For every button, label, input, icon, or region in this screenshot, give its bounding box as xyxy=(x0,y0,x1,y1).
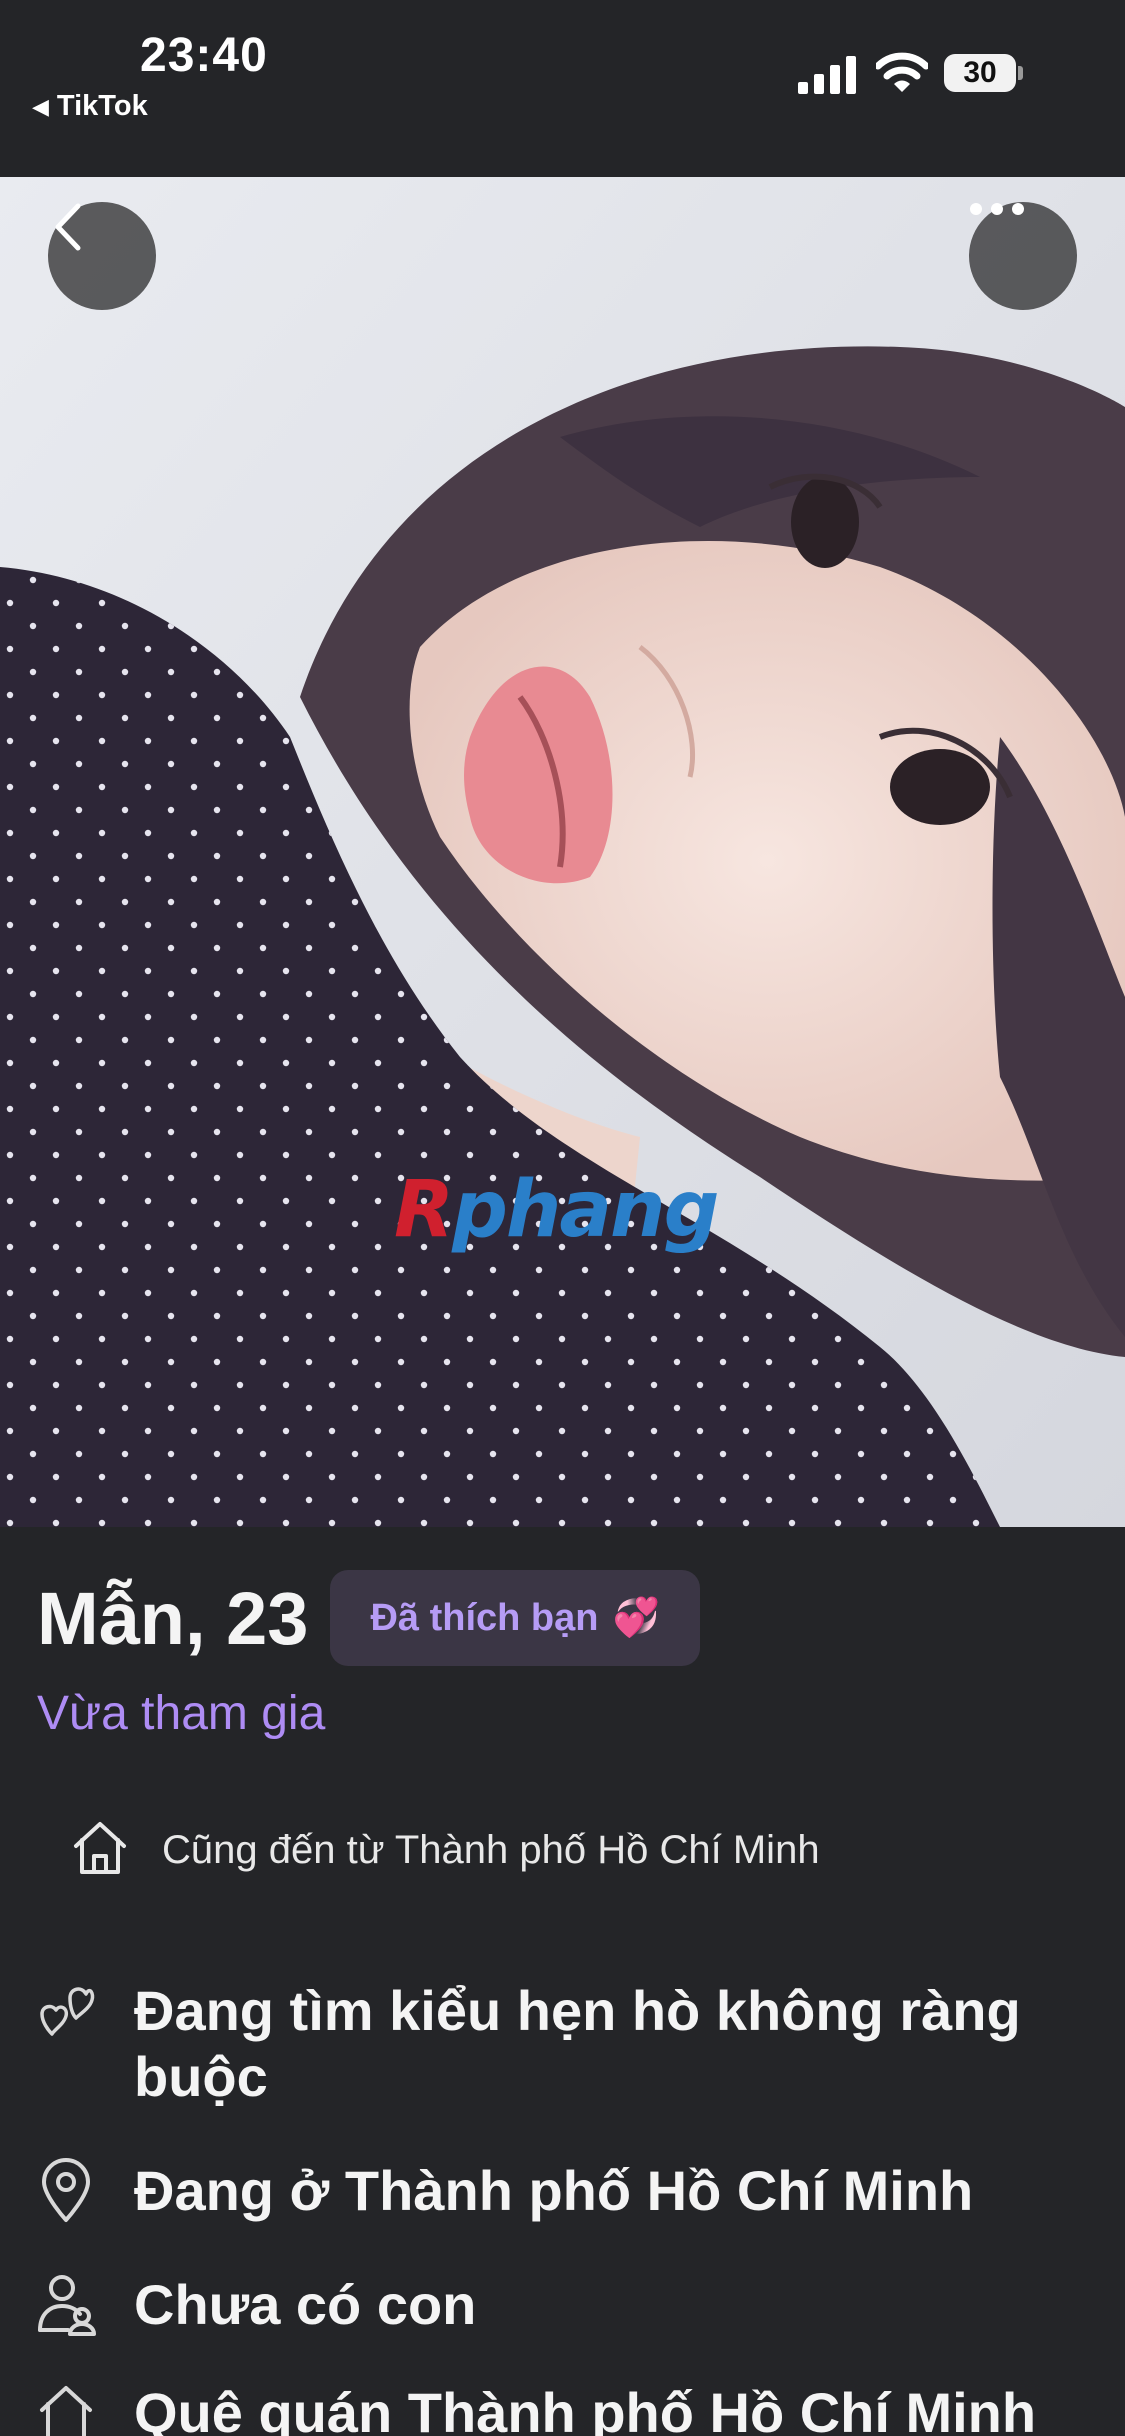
people-icon xyxy=(38,2275,96,2336)
detail-row-hometown: Quê quán Thành phố Hồ Chí Minh xyxy=(36,2380,1036,2436)
detail-hometown-text: Quê quán Thành phố Hồ Chí Minh xyxy=(134,2381,1037,2436)
chevron-left-icon xyxy=(55,203,81,251)
dating-profile-screen: 23:40 ◀ TikTok 30 Rphang Mẫn, 23 Đã thíc… xyxy=(0,0,1125,2436)
detail-children-text: Chưa có con xyxy=(134,2273,477,2336)
wifi-icon xyxy=(876,52,928,92)
more-horizontal-icon xyxy=(970,203,1024,215)
profile-name-age: Mẫn, 23 xyxy=(37,1576,309,1660)
status-time: 23:40 xyxy=(140,29,268,82)
hearts-icon xyxy=(40,1987,95,2036)
shared-hometown-row: Cũng đến từ Thành phố Hồ Chí Minh xyxy=(70,1818,820,1882)
back-triangle-icon: ◀ xyxy=(32,93,49,119)
two-hearts-icon: 💞 xyxy=(612,1597,660,1639)
battery-icon: 30 xyxy=(944,54,1024,92)
watermark-logo: Rphang xyxy=(394,1165,719,1255)
back-app-label: TikTok xyxy=(56,90,148,122)
detail-row-location: Đang ở Thành phố Hồ Chí Minh xyxy=(36,2158,973,2224)
home-icon xyxy=(40,2386,92,2436)
back-button[interactable] xyxy=(48,202,156,310)
detail-row-looking-for: Đang tìm kiểu hẹn hò không ràng buộc xyxy=(36,1978,1096,2110)
portrait-image xyxy=(0,177,1125,1527)
status-bar: 23:40 ◀ TikTok 30 xyxy=(0,0,1125,177)
liked-you-badge: Đã thích bạn 💞 xyxy=(330,1570,700,1666)
home-icon xyxy=(74,1822,126,1874)
joined-status: Vừa tham gia xyxy=(37,1687,326,1740)
liked-badge-label: Đã thích bạn xyxy=(370,1596,599,1639)
location-pin-icon xyxy=(42,2158,90,2222)
cellular-signal-icon xyxy=(798,56,856,94)
detail-looking-for-text: Đang tìm kiểu hẹn hò không ràng buộc xyxy=(134,1979,1021,2108)
profile-header: Mẫn, 23 Đã thích bạn 💞 xyxy=(37,1568,700,1668)
battery-level: 30 xyxy=(944,54,1016,92)
more-options-button[interactable] xyxy=(969,202,1077,310)
shared-hometown-text: Cũng đến từ Thành phố Hồ Chí Minh xyxy=(162,1828,820,1872)
detail-location-text: Đang ở Thành phố Hồ Chí Minh xyxy=(134,2159,974,2222)
back-to-app-link[interactable]: ◀ TikTok xyxy=(32,90,148,123)
profile-photo[interactable]: Rphang xyxy=(0,177,1125,1527)
detail-row-children: Chưa có con xyxy=(36,2272,476,2338)
